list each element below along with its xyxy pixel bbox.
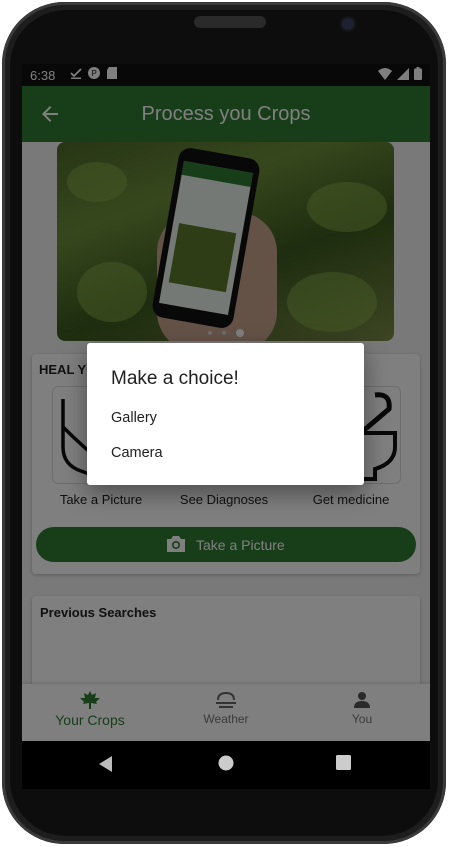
camera-option[interactable]: Camera [111,445,163,461]
earpiece-speaker [194,16,266,28]
home-circle-icon[interactable] [218,755,234,771]
dialog-title: Make a choice! [111,368,239,389]
back-triangle-icon[interactable] [98,755,114,773]
gallery-option[interactable]: Gallery [111,410,157,426]
choice-dialog: Make a choice! Gallery Camera [87,343,364,485]
front-camera [342,18,354,30]
app-screen: 6:38 P Process you Crops [22,64,430,741]
system-navigation-bar [22,741,430,789]
recents-square-icon[interactable] [336,755,351,770]
